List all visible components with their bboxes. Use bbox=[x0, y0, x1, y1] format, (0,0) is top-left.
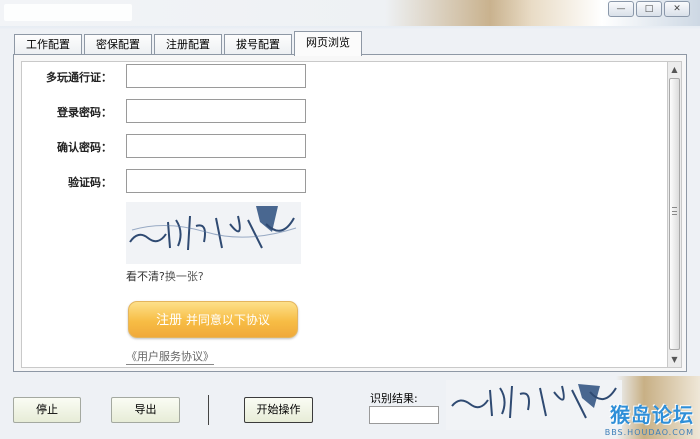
recognition-result-input[interactable] bbox=[369, 406, 439, 424]
recognition-result-label: 识别结果: bbox=[370, 392, 418, 405]
register-agree-button[interactable]: 注册 并同意以下协议 bbox=[128, 301, 298, 338]
watermark-logo-text: 猴岛论坛 bbox=[610, 403, 694, 427]
register-label: 注册 bbox=[156, 313, 183, 328]
tab-security-config[interactable]: 密保配置 bbox=[84, 34, 152, 55]
title-bar: — □ ✕ bbox=[0, 0, 700, 26]
restore-button[interactable]: □ bbox=[636, 1, 662, 17]
window-controls: — □ ✕ bbox=[608, 1, 690, 17]
captcha-refresh-row: 看不清?换一张? bbox=[126, 268, 204, 284]
captcha-input[interactable] bbox=[126, 169, 306, 193]
captcha-label: 验证码： bbox=[68, 176, 112, 189]
account-label: 多玩通行证： bbox=[46, 71, 112, 84]
watermark-url: BBS.HOUDAO.COM bbox=[604, 428, 694, 437]
tab-web-browse[interactable]: 网页浏览 bbox=[294, 31, 362, 56]
captcha-refresh-link[interactable]: 换一张? bbox=[165, 270, 204, 283]
account-input[interactable] bbox=[126, 64, 306, 88]
tab-register-config[interactable]: 注册配置 bbox=[154, 34, 222, 55]
embedded-web-page: 多玩通行证： 登录密码： 确认密码： 验证码： 看不清?换一张? 注册 并同意以… bbox=[21, 61, 669, 368]
scroll-down-arrow-icon[interactable]: ▼ bbox=[668, 352, 681, 367]
tab-panel: 多玩通行证： 登录密码： 确认密码： 验证码： 看不清?换一张? 注册 并同意以… bbox=[13, 54, 687, 372]
minimize-button[interactable]: — bbox=[608, 1, 634, 17]
tab-strip: 工作配置 密保配置 注册配置 拔号配置 网页浏览 bbox=[14, 31, 364, 56]
tab-work-config[interactable]: 工作配置 bbox=[14, 34, 82, 55]
close-button[interactable]: ✕ bbox=[664, 1, 690, 17]
recognition-captcha-image bbox=[446, 380, 622, 430]
confirm-password-label: 确认密码： bbox=[57, 141, 112, 154]
tab-dial-config[interactable]: 拔号配置 bbox=[224, 34, 292, 55]
scroll-up-arrow-icon[interactable]: ▲ bbox=[668, 62, 681, 77]
window-title-obscured bbox=[4, 4, 132, 21]
app-window: — □ ✕ 工作配置 密保配置 注册配置 拔号配置 网页浏览 多玩通行证： 登录… bbox=[0, 0, 700, 439]
start-operation-button[interactable]: 开始操作 bbox=[244, 397, 313, 423]
captcha-unclear-text: 看不清? bbox=[126, 270, 165, 283]
register-agree-label: 并同意以下协议 bbox=[185, 313, 270, 327]
captcha-noise bbox=[129, 206, 297, 251]
stop-button[interactable]: 停止 bbox=[13, 397, 81, 423]
forum-watermark: 猴岛论坛 BBS.HOUDAO.COM bbox=[605, 399, 694, 437]
grip-icon bbox=[672, 207, 677, 215]
scrollbar-thumb[interactable] bbox=[669, 78, 680, 350]
captcha-image[interactable] bbox=[126, 202, 301, 264]
export-button[interactable]: 导出 bbox=[111, 397, 180, 423]
password-input[interactable] bbox=[126, 99, 306, 123]
user-agreement-link[interactable]: 《用户服务协议》 bbox=[126, 348, 214, 365]
page-scrollbar[interactable]: ▲ ▼ bbox=[667, 61, 682, 368]
password-label: 登录密码： bbox=[57, 106, 112, 119]
toolbar-separator bbox=[208, 395, 209, 425]
confirm-password-input[interactable] bbox=[126, 134, 306, 158]
captcha-preview-noise bbox=[451, 384, 617, 419]
